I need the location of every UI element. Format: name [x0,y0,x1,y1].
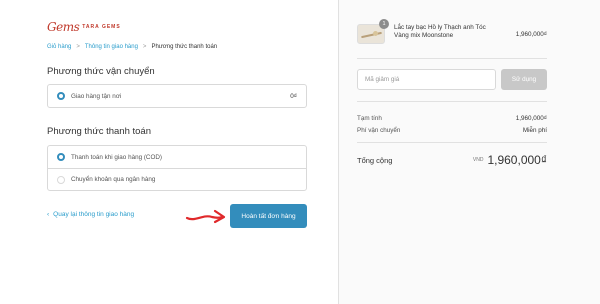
payment-option-bank-transfer[interactable]: Chuyển khoản qua ngân hàng [48,168,306,190]
discount-code-input[interactable] [357,69,496,90]
brand-mark: Gems [47,20,80,34]
shipping-method-title: Phương thức vận chuyển [47,66,155,77]
quantity-badge: 1 [379,19,389,29]
total-row: Tổng cộng VND 1,960,000₫ [357,153,547,167]
chevron-right-icon: > [76,44,80,50]
payment-method-box: Thanh toán khi giao hàng (COD) Chuyển kh… [47,145,307,191]
shipping-fee-value: Miễn phí [522,127,547,134]
divider [357,58,547,59]
discount-code-form: Sử dụng [357,69,547,90]
breadcrumb: Giỏ hàng > Thông tin giao hàng > Phương … [47,44,217,50]
complete-order-button[interactable]: Hoàn tất đơn hàng [230,204,307,228]
subtotal-label: Tạm tính [357,115,382,122]
shipping-fee-row: Phí vận chuyển Miễn phí [357,127,547,134]
brand-name: TARA GEMS [82,24,121,30]
total-value: 1,960,000₫ [487,153,547,167]
product-price: 1,960,000₫ [515,31,547,38]
total-currency: VND [472,157,484,163]
chevron-right-icon: > [142,44,147,50]
payment-method-title: Phương thức thanh toán [47,126,151,137]
chevron-left-icon: ‹ [47,211,50,218]
divider [357,142,547,143]
shipping-method-box: Giao hàng tận nơi 0₫ [47,84,307,108]
radio-button[interactable] [57,175,65,184]
product-name: Lắc tay bạc Hồ ly Thạch anh Tóc Vàng mix… [394,24,486,39]
brand-logo[interactable]: Gems TARA GEMS [47,20,121,34]
subtotal-value: 1,960,000₫ [515,115,547,122]
breadcrumb-shipping-info[interactable]: Thông tin giao hàng [85,44,138,50]
checkout-main: Gems TARA GEMS Giỏ hàng > Thông tin giao… [0,0,338,304]
payment-option-label: Chuyển khoản qua ngân hàng [71,176,156,183]
order-line-item: 1 Lắc tay bạc Hồ ly Thạch anh Tóc Vàng m… [357,19,547,44]
back-to-shipping-link[interactable]: ‹ Quay lại thông tin giao hàng [47,211,134,218]
total-label: Tổng cộng [357,155,393,165]
payment-option-cod[interactable]: Thanh toán khi giao hàng (COD) [48,146,306,168]
subtotal-row: Tạm tính 1,960,000₫ [357,115,547,122]
payment-option-label: Thanh toán khi giao hàng (COD) [71,153,163,161]
breadcrumb-current: Phương thức thanh toán [151,44,218,50]
apply-discount-button[interactable]: Sử dụng [501,69,547,90]
shipping-option-price: 0₫ [290,92,297,100]
order-summary-sidebar [338,0,600,304]
divider [357,101,547,102]
shipping-fee-label: Phí vận chuyển [357,127,401,134]
product-thumbnail: 1 [357,19,389,44]
shipping-option-label: Giao hàng tận nơi [71,92,122,100]
radio-button-selected[interactable] [57,92,65,100]
red-arrow-annotation-icon [185,209,226,224]
back-link-label: Quay lại thông tin giao hàng [53,211,135,218]
shipping-option-home-delivery[interactable]: Giao hàng tận nơi 0₫ [48,85,306,107]
radio-button-selected[interactable] [57,153,65,161]
breadcrumb-cart[interactable]: Giỏ hàng [47,44,71,50]
